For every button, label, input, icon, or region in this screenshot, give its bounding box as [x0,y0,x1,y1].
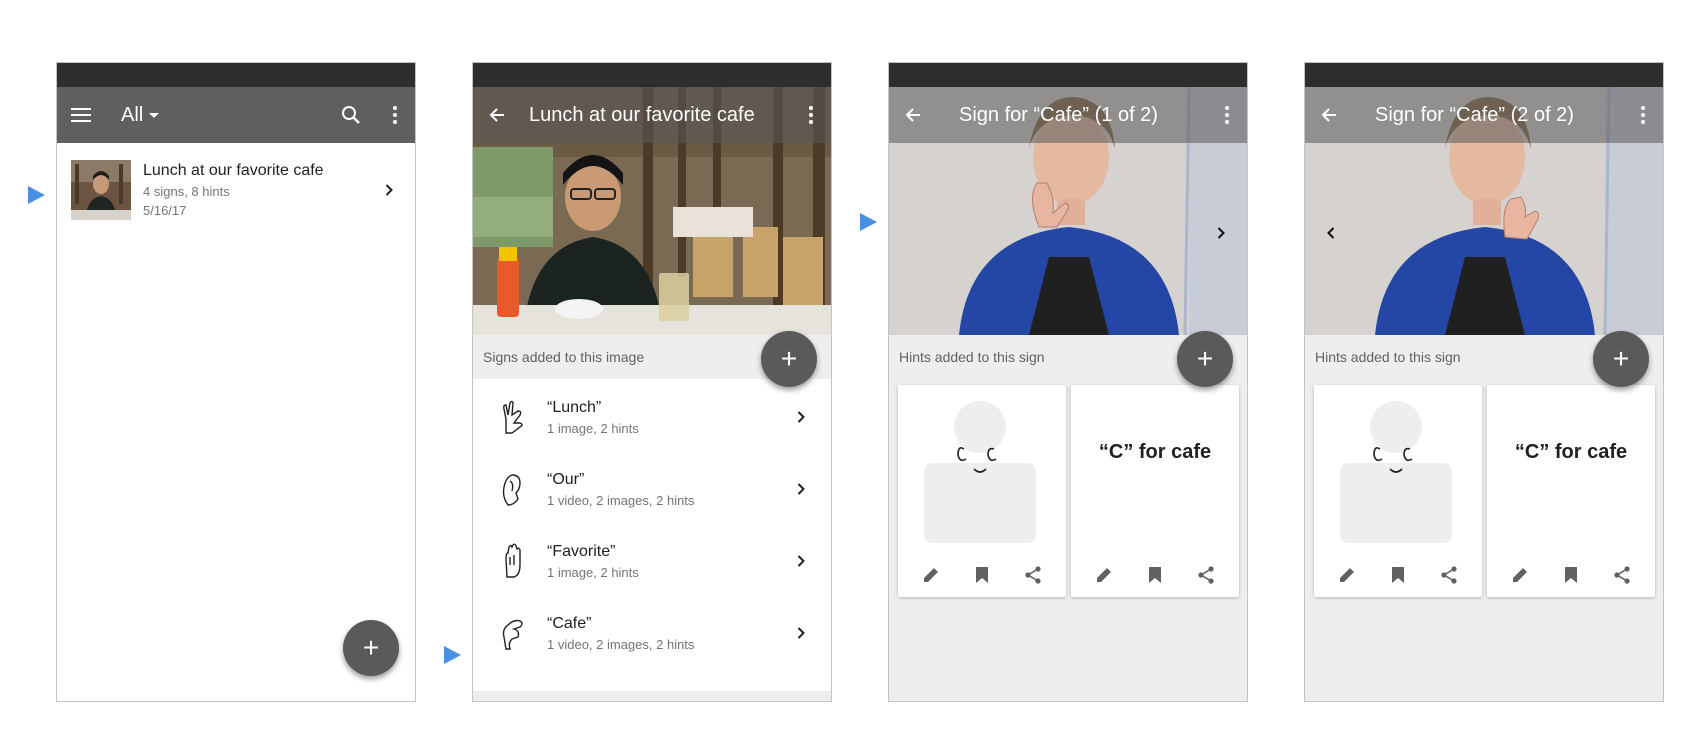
edit-icon[interactable] [1335,563,1359,587]
next-image-arrow-icon[interactable] [1209,221,1233,245]
bookmark-icon[interactable] [1143,563,1167,587]
sign-title: “Favorite” [547,542,616,560]
card-actions [1487,563,1655,587]
text-hint: “C” for cafe [1514,441,1628,463]
hint-sketch [924,401,1036,543]
app-bar: Lunch at our favorite cafe [473,87,831,143]
add-button[interactable]: + [343,620,399,676]
hand-sign-icon [493,541,533,581]
page-title: Sign for “Cafe” (2 of 2) [1375,103,1574,126]
chevron-right-icon [789,477,813,501]
hand-sign-icon [493,397,533,437]
image-hint-card[interactable] [1314,385,1482,597]
app-bar: All [57,87,415,143]
bookmark-icon[interactable] [970,563,994,587]
share-icon[interactable] [1021,563,1045,587]
back-arrow-icon[interactable] [1305,87,1353,143]
step-marker [860,213,877,231]
share-icon[interactable] [1194,563,1218,587]
hint-sketch [1340,401,1452,543]
chevron-right-icon [789,549,813,573]
album-title: Lunch at our favorite cafe [143,162,324,179]
sign-list-item[interactable]: “Favorite” 1 image, 2 hints [473,525,831,597]
chevron-right-icon [789,621,813,645]
sign-list-item[interactable]: “Lunch” 1 image, 2 hints [473,381,831,453]
album-thumbnail [71,160,131,220]
edit-icon[interactable] [1092,563,1116,587]
sign-list-item[interactable]: “Cafe” 1 video, 2 images, 2 hints [473,597,831,669]
add-button-label: + [1196,343,1214,374]
more-vert-icon[interactable] [1207,87,1247,143]
status-bar [1305,63,1663,87]
sign-summary: 1 image, 2 hints [547,564,639,580]
sign-list-item[interactable]: “Our” 1 video, 2 images, 2 hints [473,453,831,525]
add-button-label: + [1612,343,1630,374]
screen-sign-detail-2: Sign for “Cafe” (2 of 2) Hints added to … [1304,62,1664,702]
bookmark-icon[interactable] [1386,563,1410,587]
screen-albums: All Lunch at our favorite cafe 4 signs, … [56,62,416,702]
search-icon[interactable] [327,87,375,143]
edit-icon[interactable] [919,563,943,587]
card-actions [898,563,1066,587]
more-vert-icon[interactable] [791,87,831,143]
add-button-label: + [780,343,798,374]
text-hint-card[interactable]: “C” for cafe [1487,385,1655,597]
card-actions [1314,563,1482,587]
share-icon[interactable] [1610,563,1634,587]
filter-label: All [121,103,144,126]
card-actions [1071,563,1239,587]
album-summary: 4 signs, 8 hints [143,184,230,199]
add-button-label: + [362,632,380,663]
sign-title: “Our” [547,470,585,488]
screen-sign-detail-1: Sign for “Cafe” (1 of 2) Hints added to … [888,62,1248,702]
caret-down-icon [149,112,160,118]
step-marker [28,186,45,204]
filter-dropdown[interactable]: All [105,103,160,127]
screen-image-detail: Lunch at our favorite cafe Signs added t… [472,62,832,702]
text-hint-card[interactable]: “C” for cafe [1071,385,1239,597]
previous-image-arrow-icon[interactable] [1319,221,1343,245]
album-list-item[interactable]: Lunch at our favorite cafe 4 signs, 8 hi… [71,160,401,224]
hand-sign-icon [493,469,533,509]
hand-sign-icon [493,613,533,653]
sign-title: “Lunch” [547,398,602,416]
page-title: Sign for “Cafe” (1 of 2) [959,103,1158,126]
more-vert-icon[interactable] [1623,87,1663,143]
back-arrow-icon[interactable] [473,87,521,143]
add-button[interactable]: + [761,331,817,387]
image-hint-card[interactable] [898,385,1066,597]
list-bottom [473,691,831,701]
sign-summary: 1 image, 2 hints [547,420,639,436]
more-vert-icon[interactable] [375,87,415,143]
album-date: 5/16/17 [143,203,187,218]
chevron-right-icon [789,405,813,429]
step-marker [444,646,461,664]
text-hint: “C” for cafe [1098,441,1212,463]
add-button[interactable]: + [1177,331,1233,387]
sign-title: “Cafe” [547,614,592,632]
status-bar [473,63,831,87]
edit-icon[interactable] [1508,563,1532,587]
sign-summary: 1 video, 2 images, 2 hints [547,492,695,508]
status-bar [57,63,415,87]
back-arrow-icon[interactable] [889,87,937,143]
chevron-right-icon [377,178,401,202]
menu-icon[interactable] [57,87,105,143]
status-bar [889,63,1247,87]
add-button[interactable]: + [1593,331,1649,387]
share-icon[interactable] [1437,563,1461,587]
app-bar: Sign for “Cafe” (1 of 2) [889,87,1247,143]
sign-summary: 1 video, 2 images, 2 hints [547,636,695,652]
bookmark-icon[interactable] [1559,563,1583,587]
page-title: Lunch at our favorite cafe [529,103,755,126]
app-bar: Sign for “Cafe” (2 of 2) [1305,87,1663,143]
